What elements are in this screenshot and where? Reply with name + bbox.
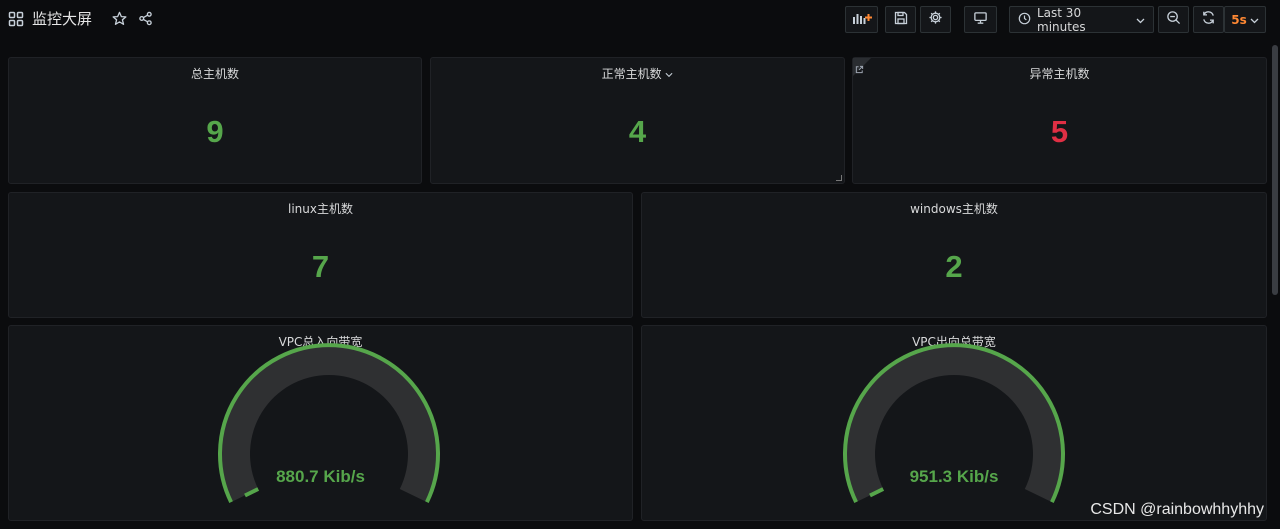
zoom-out-button[interactable] bbox=[1158, 6, 1189, 33]
gauge bbox=[218, 343, 440, 503]
zoom-out-icon bbox=[1166, 10, 1181, 29]
vertical-scrollbar[interactable] bbox=[1272, 45, 1278, 295]
share-icon[interactable] bbox=[136, 10, 154, 28]
chevron-down-icon bbox=[665, 67, 673, 81]
stat-value: 2 bbox=[945, 249, 963, 284]
dashboard-title[interactable]: 监控大屏 bbox=[32, 8, 92, 29]
dashboard-toolbar: 监控大屏 Last 30 minutes 5s bbox=[0, 0, 1280, 38]
gauge-value: 880.7 Kib/s bbox=[276, 467, 365, 486]
stat-value: 9 bbox=[206, 114, 224, 149]
stat-value: 4 bbox=[628, 114, 647, 149]
dashboard-title-area: 监控大屏 bbox=[8, 8, 154, 29]
add-panel-icon bbox=[852, 10, 872, 29]
time-range-label: Last 30 minutes bbox=[1037, 5, 1086, 34]
stat-value: 5 bbox=[1050, 114, 1069, 149]
panel-title[interactable]: 总主机数 bbox=[9, 65, 421, 82]
panel-abnormal-hosts[interactable]: 异常主机数 5 bbox=[852, 57, 1267, 184]
clock-icon bbox=[1018, 12, 1031, 28]
panel-title[interactable]: 异常主机数 bbox=[853, 65, 1266, 82]
chevron-down-icon bbox=[1136, 13, 1145, 27]
stat-value: 7 bbox=[311, 249, 330, 284]
panel-windows-hosts[interactable]: windows主机数 2 bbox=[641, 192, 1267, 318]
star-icon[interactable] bbox=[110, 10, 128, 28]
resize-handle[interactable] bbox=[836, 175, 842, 181]
gear-icon bbox=[928, 10, 943, 29]
refresh-interval-label: 5s bbox=[1231, 12, 1247, 27]
panel-normal-hosts[interactable]: 正常主机数 4 bbox=[430, 57, 845, 184]
panel-title-text: 正常主机数 bbox=[601, 67, 662, 81]
monitor-icon bbox=[973, 10, 988, 29]
panel-total-hosts[interactable]: 总主机数 9 bbox=[8, 57, 422, 184]
refresh-interval-picker[interactable]: 5s bbox=[1224, 6, 1266, 33]
chevron-down-icon bbox=[1250, 13, 1259, 27]
refresh-button[interactable] bbox=[1193, 6, 1224, 33]
gauge bbox=[843, 343, 1065, 503]
add-panel-button[interactable] bbox=[845, 6, 878, 33]
save-dashboard-button[interactable] bbox=[885, 6, 916, 33]
panel-title[interactable]: windows主机数 bbox=[642, 200, 1266, 217]
time-range-picker[interactable]: Last 30 minutes bbox=[1009, 5, 1154, 34]
panel-vpc-in-bandwidth[interactable]: VPC总入向带宽 880.7 Kib/s bbox=[8, 325, 633, 521]
panel-linux-hosts[interactable]: linux主机数 7 bbox=[8, 192, 633, 318]
panel-title[interactable]: linux主机数 bbox=[9, 200, 632, 217]
save-icon bbox=[894, 10, 908, 29]
watermark: CSDN @rainbowhhyhhy bbox=[1090, 501, 1264, 518]
tv-mode-button[interactable] bbox=[964, 6, 997, 33]
gauge-value: 951.3 Kib/s bbox=[909, 467, 999, 486]
panel-vpc-out-bandwidth[interactable]: VPC出向总带宽 951.3 Kib/s bbox=[641, 325, 1267, 521]
refresh-icon bbox=[1201, 10, 1216, 29]
dashboard-settings-button[interactable] bbox=[920, 6, 951, 33]
panel-title[interactable]: 正常主机数 bbox=[431, 65, 844, 82]
grid-icon[interactable] bbox=[8, 11, 24, 27]
